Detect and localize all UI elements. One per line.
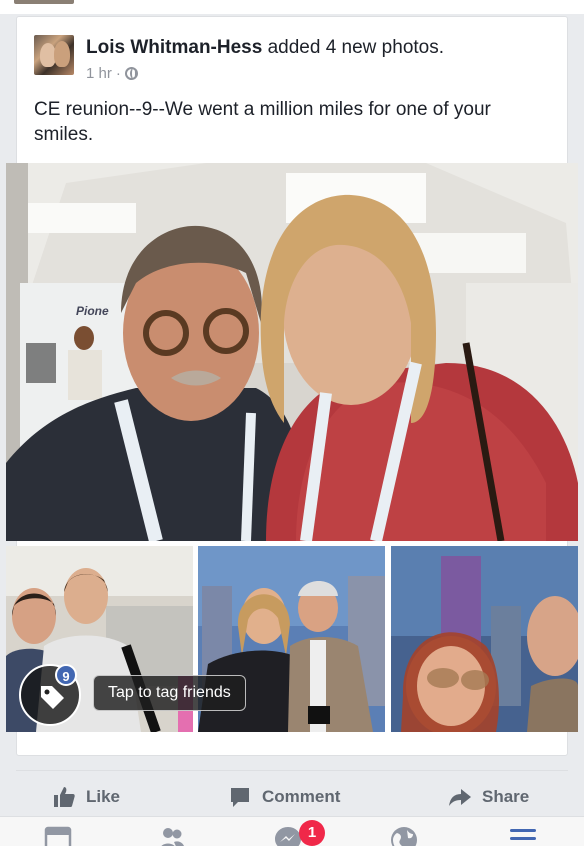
thumbs-up-icon	[54, 787, 75, 807]
previous-post-thumbnail[interactable]	[14, 0, 74, 4]
globe-icon	[391, 827, 417, 846]
share-label: Share	[482, 787, 530, 806]
post-action-text: added 4 new photos.	[267, 37, 445, 58]
post-time[interactable]: 1 hr	[86, 65, 112, 82]
author-name[interactable]: Lois Whitman-Hess	[86, 37, 262, 58]
post-meta: 1 hr ·	[86, 65, 138, 82]
friends-icon	[161, 828, 185, 846]
avatar[interactable]	[34, 35, 74, 75]
post-header: Lois Whitman-Hess added 4 new photos. 1 …	[34, 35, 564, 82]
photo-thumbnail-3[interactable]	[391, 546, 578, 732]
post-text: CE reunion--9--We went a million miles f…	[34, 99, 491, 145]
comment-button[interactable]: Comment	[228, 785, 340, 809]
messenger-badge: 1	[299, 820, 325, 846]
bottom-tab-bar	[0, 816, 584, 846]
tab-news-feed[interactable]	[43, 825, 73, 846]
comment-label: Comment	[262, 787, 341, 806]
news-feed-icon	[44, 826, 72, 846]
meta-separator: ·	[115, 65, 121, 82]
comment-icon	[231, 788, 249, 807]
tag-count-badge: 9	[55, 664, 77, 686]
share-arrow-icon	[449, 789, 471, 806]
tab-menu[interactable]	[508, 825, 538, 846]
tab-notifications[interactable]	[389, 825, 419, 846]
like-label: Like	[86, 787, 121, 806]
tag-icon	[41, 686, 64, 709]
post-headline: Lois Whitman-Hess added 4 new photos.	[86, 37, 444, 59]
globe-icon	[124, 67, 138, 80]
share-button[interactable]: Share	[448, 785, 529, 809]
main-photo[interactable]: Pione	[6, 163, 578, 541]
svg-text:Pione: Pione	[76, 304, 109, 318]
tag-tooltip[interactable]: Tap to tag friends	[93, 675, 246, 711]
menu-icon	[510, 829, 536, 840]
like-button[interactable]: Like	[52, 785, 120, 809]
tab-friends[interactable]	[157, 825, 187, 846]
post-actions: Like Comment Share	[16, 770, 568, 816]
previous-post-edge	[0, 0, 584, 14]
